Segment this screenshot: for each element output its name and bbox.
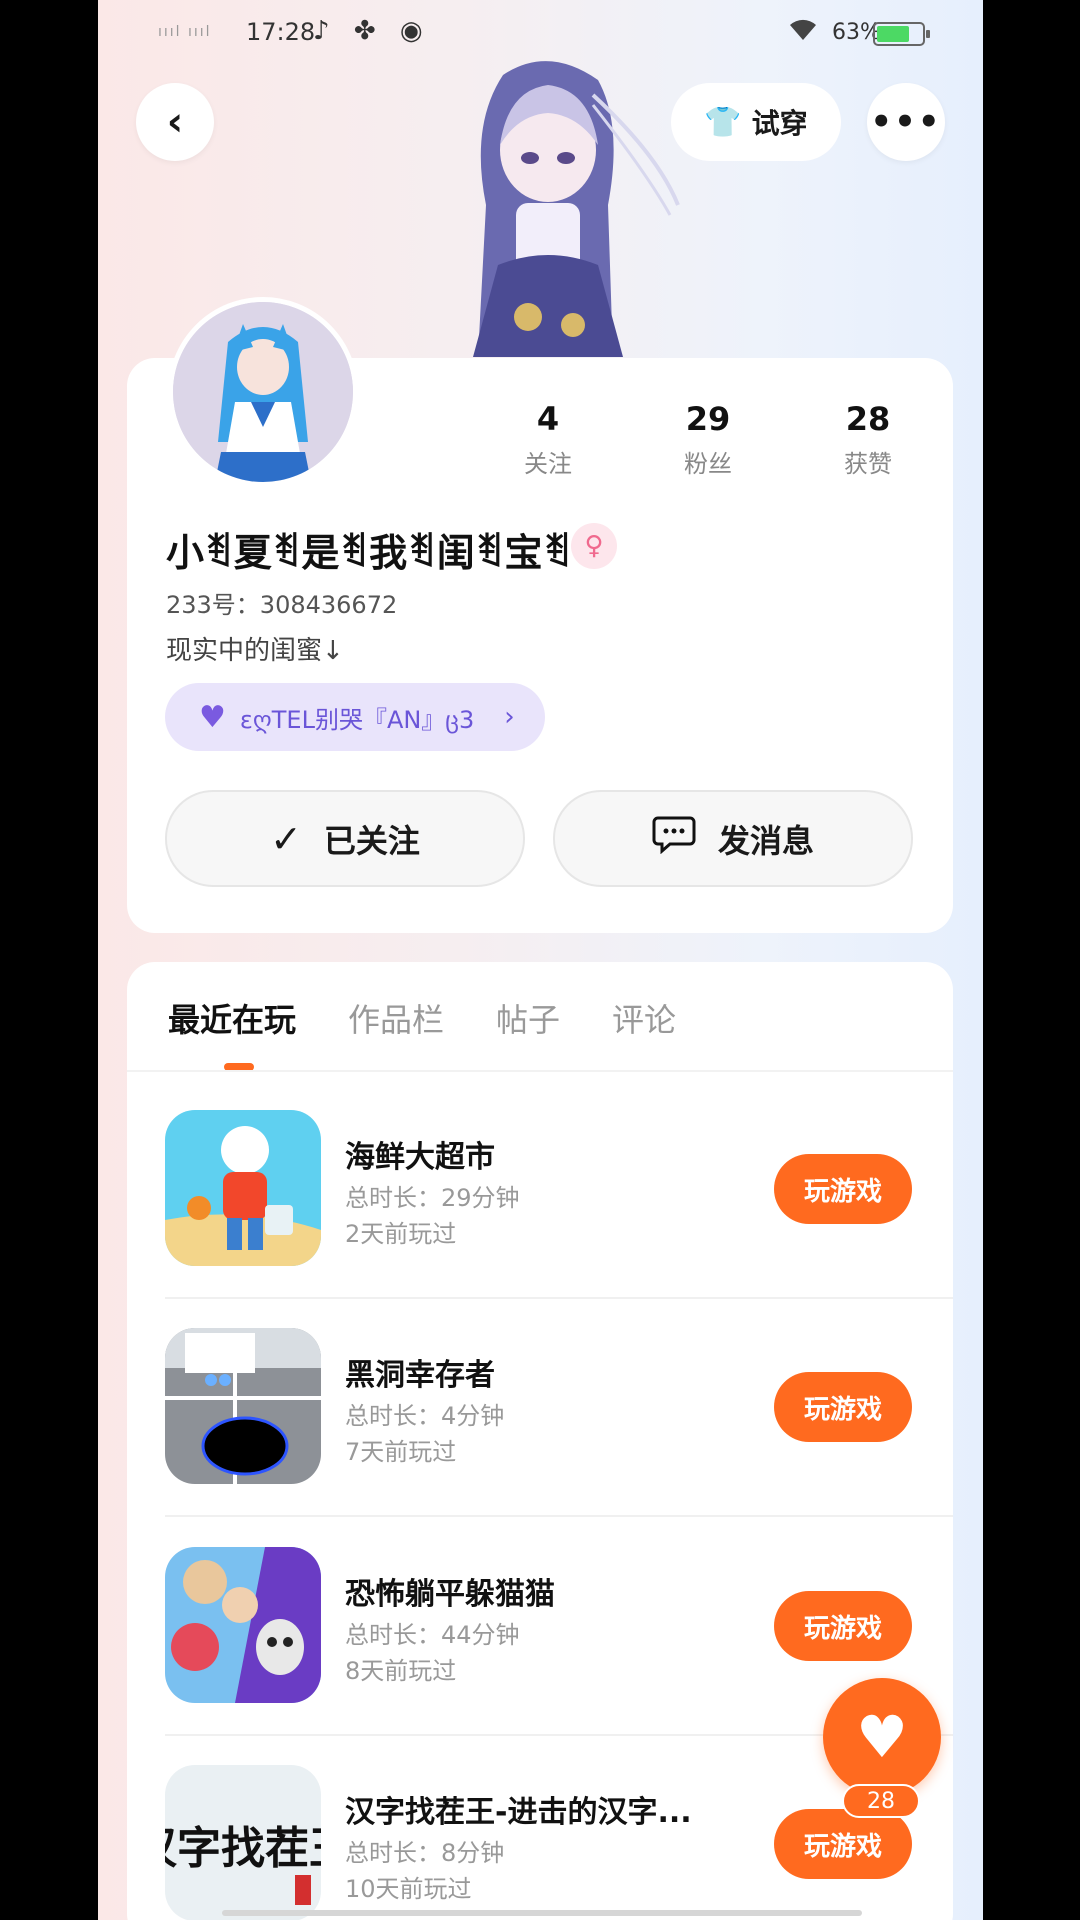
followed-button[interactable]: ✓ 已关注 <box>165 790 525 887</box>
heart-icon: ♥ <box>199 699 226 735</box>
relationship-tag-label: εღTEL别哭『AN』ც3 <box>239 705 475 734</box>
nickname: 小ꄮ夏ꄮ是ꄮ我ꄮ闺ꄮ宝ꄮ <box>166 531 573 575</box>
divider <box>165 1515 953 1517</box>
game-icon <box>165 1328 321 1484</box>
chevron-right-icon: › <box>504 702 515 732</box>
send-message-label: 发消息 <box>717 821 814 860</box>
home-indicator <box>222 1910 862 1916</box>
game-icon <box>165 1547 321 1703</box>
game-last-played: 8天前玩过 <box>345 1657 457 1685</box>
svg-text:汉字找茬王: 汉字找茬王 <box>165 1823 321 1874</box>
back-button[interactable]: ‹ <box>136 83 214 161</box>
relationship-tag[interactable]: ♥ εღTEL别哭『AN』ც3 › <box>165 683 545 751</box>
list-item[interactable]: 恐怖躺平躲猫猫 总时长：44分钟 8天前玩过 玩游戏 <box>165 1547 953 1707</box>
play-game-button[interactable]: 玩游戏 <box>774 1372 912 1442</box>
divider <box>165 1297 953 1299</box>
following-stat[interactable]: 4 关注 <box>468 400 628 480</box>
game-title: 海鲜大超市 <box>345 1140 495 1175</box>
game-duration: 总时长：4分钟 <box>345 1402 505 1430</box>
send-message-button[interactable]: 发消息 <box>553 790 913 887</box>
tabs-divider <box>127 1070 953 1072</box>
game-icon: 汉字找茬王 <box>165 1765 321 1920</box>
more-dots-icon: ••• <box>870 102 942 142</box>
like-count-badge: 28 <box>842 1784 920 1818</box>
game-last-played: 10天前玩过 <box>345 1875 472 1903</box>
play-game-button[interactable]: 玩游戏 <box>774 1591 912 1661</box>
profile-screen: ıııl ıııl 17:28 ♪ ✤ ◉ 63% ‹ 👕 试穿 ••• 4 关… <box>98 0 983 1920</box>
notification-icons: ♪ ✤ ◉ <box>313 16 431 46</box>
bio: 现实中的闺蜜↓ <box>166 636 344 666</box>
game-duration: 总时长：8分钟 <box>345 1839 505 1867</box>
tab-comments[interactable]: 评论 <box>612 995 676 1041</box>
game-last-played: 2天前玩过 <box>345 1220 457 1248</box>
try-on-button[interactable]: 👕 试穿 <box>671 83 841 161</box>
try-on-label: 试穿 <box>751 107 808 140</box>
heart-icon: ♥ <box>856 1703 908 1771</box>
like-button[interactable]: ♥ <box>823 1678 941 1796</box>
followers-stat[interactable]: 29 粉丝 <box>628 400 788 480</box>
female-icon: ♀ <box>571 523 617 569</box>
signal-icon: ıııl ıııl <box>158 24 212 40</box>
tab-recently-played[interactable]: 最近在玩 <box>168 995 296 1041</box>
character-avatar-3d[interactable] <box>408 55 688 357</box>
shirt-icon: 👕 <box>704 104 742 140</box>
profile-stats: 4 关注 29 粉丝 28 获赞 <box>468 400 948 480</box>
status-time: 17:28 <box>246 18 316 46</box>
check-icon: ✓ <box>270 816 302 861</box>
game-title: 恐怖躺平躲猫猫 <box>345 1577 555 1612</box>
list-item[interactable]: 汉字找茬王 汉字找茬王-进击的汉字... 总时长：8分钟 10天前玩过 玩游戏 <box>165 1765 953 1920</box>
user-id: 233号：308436672 <box>166 591 398 619</box>
list-item[interactable]: 黑洞幸存者 总时长：4分钟 7天前玩过 玩游戏 <box>165 1328 953 1488</box>
game-duration: 总时长：29分钟 <box>345 1184 520 1212</box>
list-item[interactable]: 海鲜大超市 总时长：29分钟 2天前玩过 玩游戏 <box>165 1110 953 1270</box>
game-last-played: 7天前玩过 <box>345 1438 457 1466</box>
tab-works[interactable]: 作品栏 <box>348 995 444 1041</box>
play-game-button[interactable]: 玩游戏 <box>774 1154 912 1224</box>
followed-label: 已关注 <box>323 821 420 860</box>
content-tabs: 最近在玩 作品栏 帖子 评论 <box>168 995 676 1041</box>
likes-stat[interactable]: 28 获赞 <box>788 400 948 480</box>
more-button[interactable]: ••• <box>867 83 945 161</box>
battery-icon <box>873 22 930 46</box>
game-title: 黑洞幸存者 <box>345 1358 495 1393</box>
play-game-button[interactable]: 玩游戏 <box>774 1809 912 1879</box>
game-title: 汉字找茬王-进击的汉字... <box>345 1795 692 1830</box>
chevron-left-icon: ‹ <box>166 99 184 145</box>
chat-bubble-icon <box>652 814 696 863</box>
game-icon <box>165 1110 321 1266</box>
wifi-icon <box>788 16 818 49</box>
game-duration: 总时长：44分钟 <box>345 1621 520 1649</box>
avatar[interactable] <box>168 297 358 487</box>
tab-posts[interactable]: 帖子 <box>496 995 560 1041</box>
